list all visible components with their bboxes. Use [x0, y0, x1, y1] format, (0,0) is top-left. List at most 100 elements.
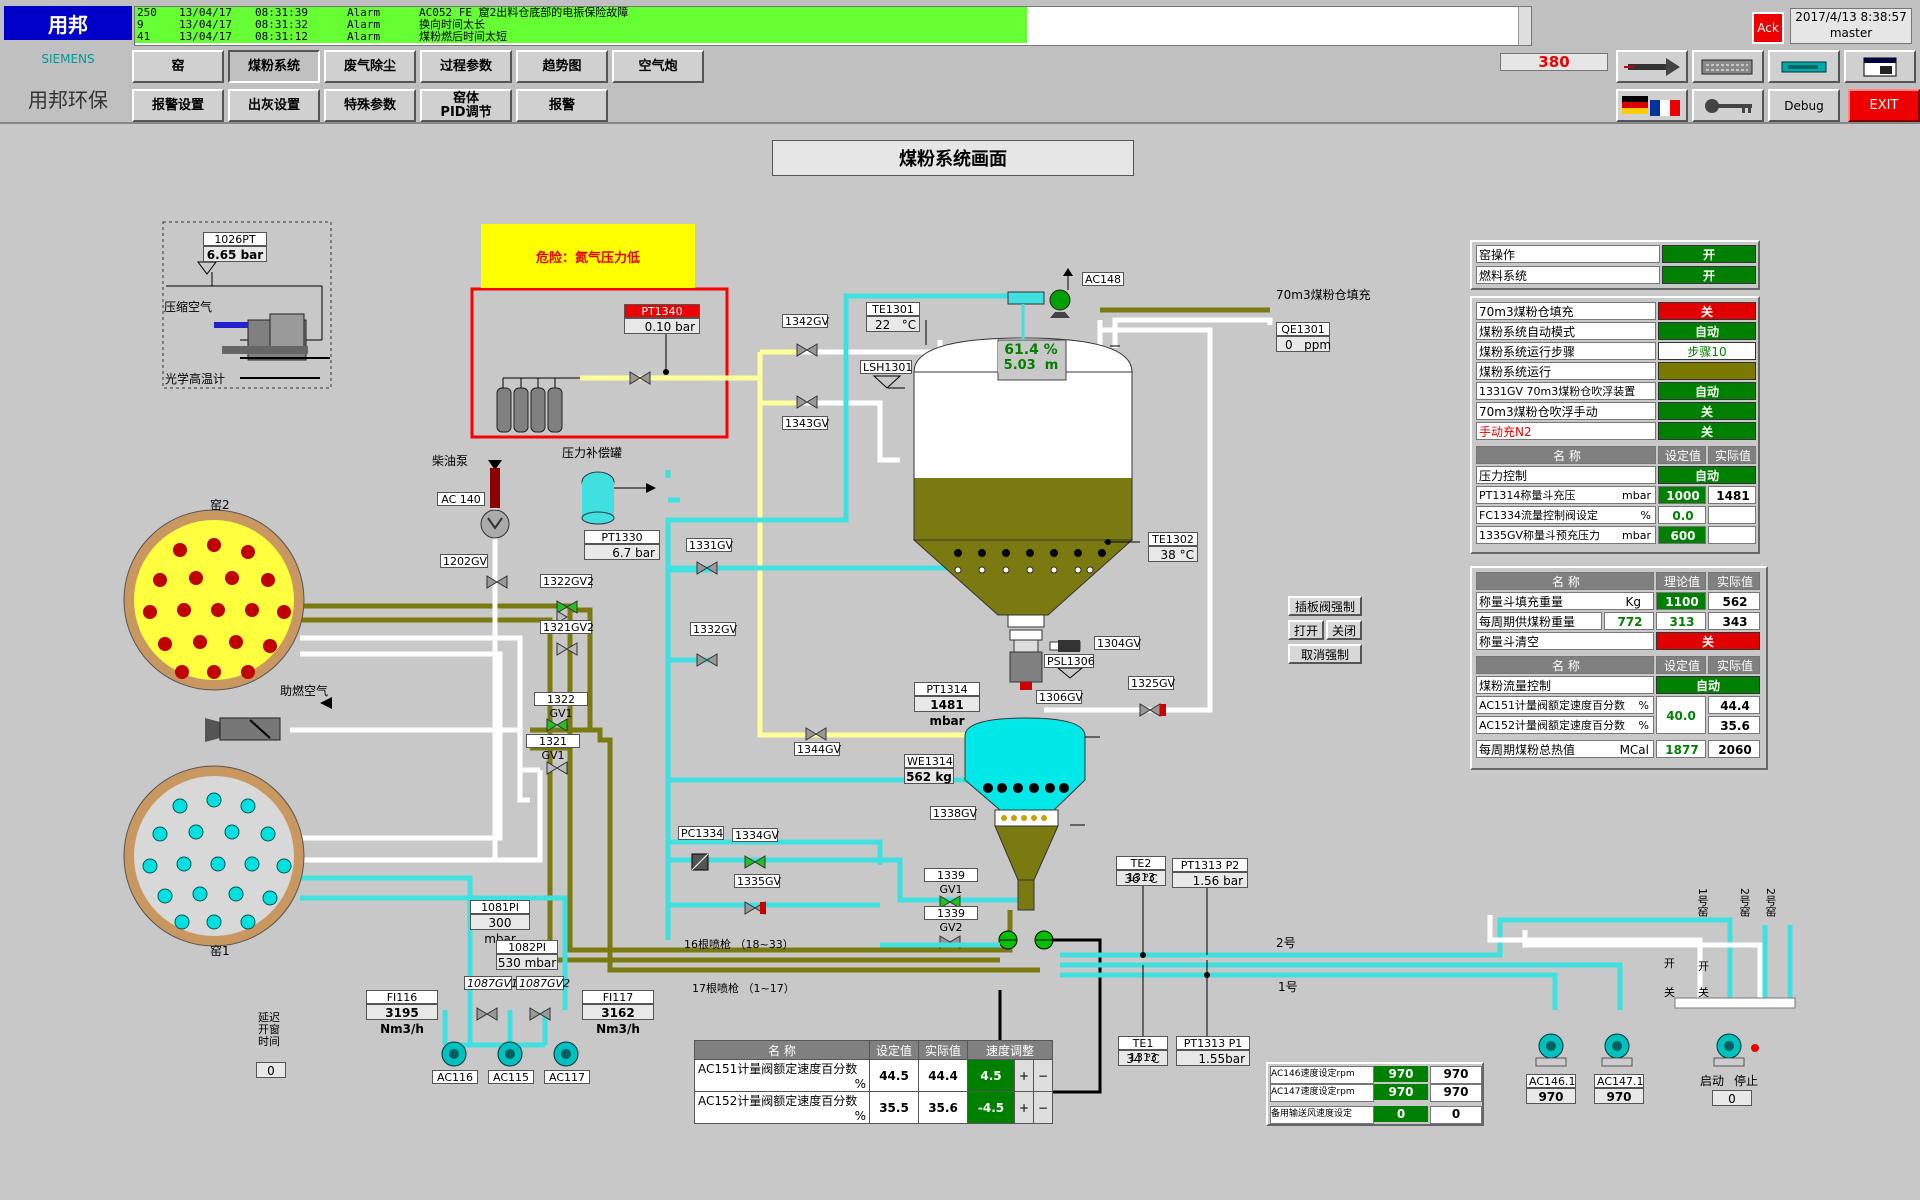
ac151-set[interactable]: 44.5 [869, 1059, 919, 1092]
manual-fluidize-status[interactable]: 关 [1658, 402, 1756, 420]
1335gv-actual [1708, 526, 1756, 544]
delay-value[interactable]: 0 [256, 1062, 286, 1078]
close-label-a: 关 [1664, 986, 1675, 999]
bin-level-meters: 5.03 m [998, 358, 1064, 373]
force-valve-label[interactable]: 插板阀强制 [1288, 596, 1362, 616]
per-cycle-theory: 313 [1656, 612, 1706, 630]
line1-label: 1号 [1278, 980, 1298, 994]
gv1339-2-tag: 1339 GV2 [924, 906, 978, 934]
start-label[interactable]: 启动 [1700, 1072, 1724, 1089]
ac152-adjust[interactable]: -4.5 [967, 1091, 1015, 1124]
ac117-tag: AC117 [544, 1070, 590, 1084]
ac115-tag: AC115 [488, 1070, 534, 1084]
valve-speed-table: 名 称 设定值 实际值 速度调整 AC151计量阀额定速度百分数% 44.5 4… [694, 1040, 1053, 1124]
fill-weight-theory[interactable]: 1100 [1656, 592, 1706, 610]
kiln2-label: 窑2 [210, 498, 230, 512]
ac151-adjust[interactable]: 4.5 [967, 1059, 1015, 1092]
ac146-speed-set[interactable]: 970 [1374, 1066, 1428, 1082]
gv1321-2-tag: 1321GV2 [540, 620, 594, 634]
gv1322-1-tag: 1322 GV1 [534, 692, 588, 720]
1331gv-status[interactable]: 自动 [1658, 382, 1756, 400]
backup-speed-actual: 0 [1430, 1106, 1482, 1124]
cancel-force-button[interactable]: 取消强制 [1288, 644, 1362, 664]
1335gv-set[interactable]: 600 [1658, 526, 1706, 544]
valve-close-button[interactable]: 关闭 [1326, 620, 1362, 640]
pressure-tank-label: 压力补偿罐 [562, 446, 623, 460]
fill-weight-actual: 562 [1708, 592, 1760, 610]
manual-n2-status[interactable]: 关 [1658, 422, 1756, 440]
lsh1301-tag: LSH1301 [860, 360, 912, 374]
heat-set: 1877 [1656, 740, 1706, 758]
te1313-1-block: TE1 1313 34 °C [1118, 1036, 1168, 1066]
pt1313-1-block: PT1313 P1 1.55bar [1176, 1036, 1250, 1066]
we1314-block: WE1314 562 kg [904, 754, 954, 784]
lance17-label: 17根喷枪 （1~17） [692, 982, 795, 995]
ac151-plus-button[interactable]: + [1014, 1059, 1034, 1092]
system-run-status [1658, 362, 1756, 380]
pt1026-value: 6.65 bar [203, 246, 267, 262]
weighing-panel: 名 称理论值 实际值 称量斗填充重量 Kg 1100 562 每周期供煤粉重量 772 31… [1470, 566, 1768, 770]
pt1330-block: PT1330 6.7 bar [584, 530, 660, 560]
pt1340-tag: PT1340 [624, 304, 700, 318]
per-cycle-extra: 772 [1604, 612, 1654, 630]
gv1321-1-tag: 1321 GV1 [526, 734, 580, 762]
pi1081-block: 1081PI 300 mbar [470, 900, 530, 946]
start-value: 0 [1712, 1090, 1752, 1106]
kiln2-vertical-label: 2号窑 [1738, 888, 1751, 917]
ac146-speed-actual: 970 [1430, 1066, 1482, 1084]
ac152-plus-button[interactable]: + [1014, 1091, 1034, 1124]
ac151-minus-button[interactable]: − [1033, 1059, 1053, 1092]
kiln-operation-status[interactable]: 开 [1662, 245, 1756, 263]
bin-level-display: 61.4 % 5.03 m [998, 342, 1064, 373]
te1302-block: TE1302 38 °C [1148, 532, 1198, 562]
gv1339-1-tag: 1339 GV1 [924, 868, 978, 896]
ac152-actual: 35.6 [918, 1091, 968, 1124]
kiln1-label: 窑1 [210, 944, 230, 958]
ac152-actual-panel: 35.6 [1708, 716, 1760, 734]
te1313-2-block: TE2 1313 36 °C [1116, 856, 1166, 886]
shared-set-value[interactable]: 40.0 [1656, 696, 1706, 734]
ac148-tag: AC148 [1082, 272, 1124, 286]
flow-control-status[interactable]: 自动 [1656, 676, 1760, 694]
optical-pyrometer-label: 光学高温计 [165, 372, 226, 386]
backup-speed-set[interactable]: 0 [1374, 1106, 1428, 1122]
bin-level-percent: 61.4 % [998, 342, 1064, 358]
ac147-speed-set[interactable]: 970 [1374, 1084, 1428, 1100]
gv1338-tag: 1338GV [930, 806, 977, 820]
gv1334-tag: 1334GV [732, 828, 779, 842]
gv1342-tag: 1342GV [782, 314, 829, 328]
operation-panel: 窑操作 开 燃料系统 开 [1470, 240, 1760, 290]
speed-panel: AC146速度设定rpm 970 970 AC147速度设定rpm 970 97… [1266, 1062, 1484, 1126]
ac147-block: AC147.1 970 [1594, 1074, 1644, 1104]
fc1334-set[interactable]: 0.0 [1658, 506, 1706, 524]
nitrogen-bottles-icon [496, 387, 563, 433]
valve-open-button[interactable]: 打开 [1288, 620, 1324, 640]
gv1331-tag: 1331GV [686, 538, 733, 552]
pt1314-actual: 1481 [1708, 486, 1756, 504]
fill-70m3-status[interactable]: 关 [1658, 302, 1756, 320]
compressed-air-label: 压缩空气 [164, 300, 213, 314]
pi1082-block: 1082PI 530 mbar [496, 940, 558, 970]
weigh-hopper [964, 717, 1086, 911]
kiln2-burner [123, 509, 305, 691]
diesel-pump-label: 柴油泵 [432, 454, 469, 468]
line2-label: 2号 [1276, 936, 1296, 950]
stop-label[interactable]: 停止 [1734, 1072, 1758, 1089]
pc1334-tag: PC1334 [678, 826, 724, 840]
ac148-fan-icon [1007, 268, 1073, 318]
pt1314-set[interactable]: 1000 [1658, 486, 1706, 504]
pressure-control-status[interactable]: 自动 [1658, 466, 1756, 484]
auto-mode-status[interactable]: 自动 [1658, 322, 1756, 340]
fuel-system-status[interactable]: 开 [1662, 266, 1756, 284]
fuel-system-row: 燃料系统 开 [1476, 266, 1756, 285]
gv1304-tag: 1304GV [1094, 636, 1141, 650]
ac152-set[interactable]: 35.5 [869, 1091, 919, 1124]
gv1322-2-tag: 1322GV2 [540, 574, 594, 588]
hopper-empty-status[interactable]: 关 [1656, 632, 1760, 650]
close-label-b: 关 [1698, 986, 1709, 999]
ac152-minus-button[interactable]: − [1033, 1091, 1053, 1124]
gv1306-tag: 1306GV [1036, 690, 1083, 704]
fi116-block: FI116 3195 Nm3/h [366, 990, 438, 1036]
pt1340-value: 0.10 bar [624, 318, 700, 334]
per-cycle-actual: 343 [1708, 612, 1760, 630]
